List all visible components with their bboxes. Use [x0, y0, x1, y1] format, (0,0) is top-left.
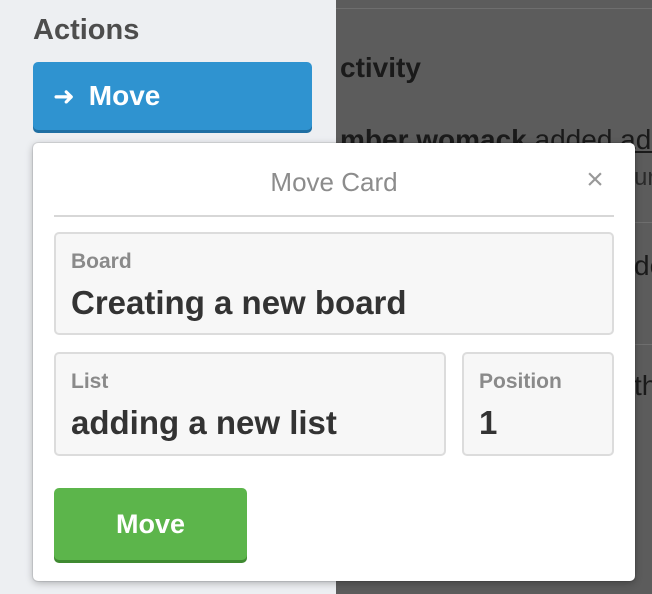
- activity-heading: ctivity: [340, 52, 421, 83]
- position-value: 1: [479, 404, 498, 441]
- popover-divider: [54, 215, 614, 217]
- actions-heading: Actions: [33, 14, 140, 46]
- popover-title: Move Card: [270, 167, 398, 197]
- list-value: adding a new list: [71, 404, 337, 441]
- position-select[interactable]: Position 1: [462, 352, 614, 456]
- board-label: Board: [71, 250, 132, 273]
- move-action-label: Move: [88, 80, 161, 111]
- list-label: List: [71, 370, 109, 393]
- activity-entry-detail: ur: [634, 164, 652, 191]
- activity-entry-fragment: de: [634, 250, 652, 281]
- list-select[interactable]: List adding a new list: [54, 352, 446, 456]
- move-card-popover: Move Card × Board Creating a new board L…: [33, 143, 635, 581]
- activity-entry-fragment: th: [634, 370, 652, 401]
- move-action-button[interactable]: ➜ Move: [33, 62, 312, 130]
- close-icon[interactable]: ×: [582, 165, 608, 195]
- divider: [336, 8, 652, 9]
- position-label: Position: [479, 370, 562, 393]
- board-select[interactable]: Board Creating a new board: [54, 232, 614, 335]
- board-value: Creating a new board: [71, 284, 407, 321]
- arrow-right-icon: ➜: [53, 81, 75, 111]
- move-submit-button[interactable]: Move: [54, 488, 247, 560]
